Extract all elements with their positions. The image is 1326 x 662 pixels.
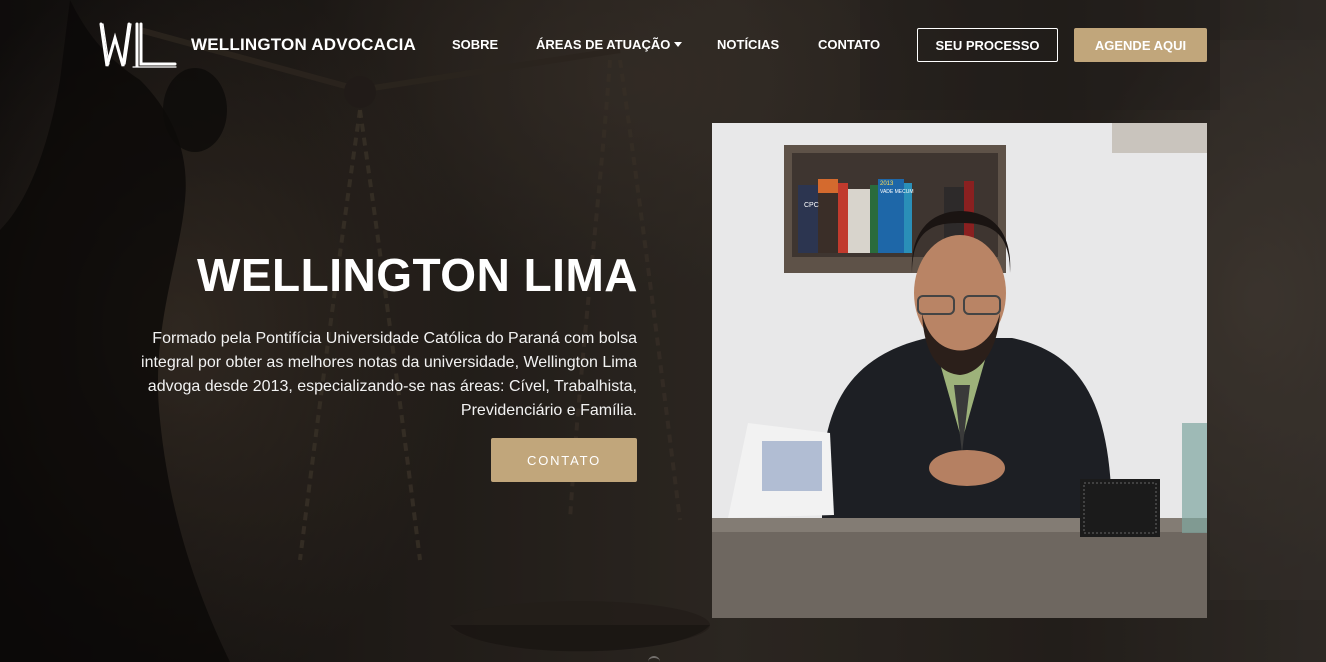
contato-cta-button[interactable]: CONTATO (491, 438, 637, 482)
brand-name[interactable]: WELLINGTON ADVOCACIA (191, 35, 416, 55)
nav-link-sobre[interactable]: SOBRE (452, 37, 498, 52)
nav-link-noticias-label: NOTÍCIAS (717, 37, 780, 52)
top-navigation: WELLINGTON ADVOCACIA SOBRE ÁREAS DE ATUA… (0, 0, 1326, 90)
book-label-vade-mecum: VADE MECUM (880, 189, 914, 195)
hero-description: Formado pela Pontifícia Universidade Cat… (141, 330, 637, 419)
nav-link-sobre-label: SOBRE (452, 37, 499, 52)
hero-title: WELLINGTON LIMA (196, 249, 638, 301)
seu-processo-button[interactable]: SEU PROCESSO (917, 28, 1058, 62)
book-label-year: 2013 (880, 181, 894, 187)
caret-down-icon (674, 42, 683, 48)
nav-link-noticias[interactable]: NOTÍCIAS (717, 37, 779, 52)
nav-link-areas-label: ÁREAS DE ATUAÇÃO (536, 37, 671, 52)
site-logo[interactable] (97, 20, 177, 70)
agende-aqui-button[interactable]: AGENDE AQUI (1074, 28, 1207, 62)
lawyer-portrait-illustration: CPC VADE MECUM 2013 (712, 123, 1207, 618)
scroll-indicator[interactable] (648, 656, 660, 662)
wl-monogram-icon (99, 22, 177, 68)
lawyer-photo: CPC VADE MECUM 2013 (712, 123, 1207, 618)
book-label-cpc: CPC (804, 202, 819, 209)
nav-link-areas-de-atuacao[interactable]: ÁREAS DE ATUAÇÃO (536, 37, 683, 52)
nav-link-contato[interactable]: CONTATO (818, 37, 880, 52)
nav-link-contato-label: CONTATO (818, 37, 881, 52)
